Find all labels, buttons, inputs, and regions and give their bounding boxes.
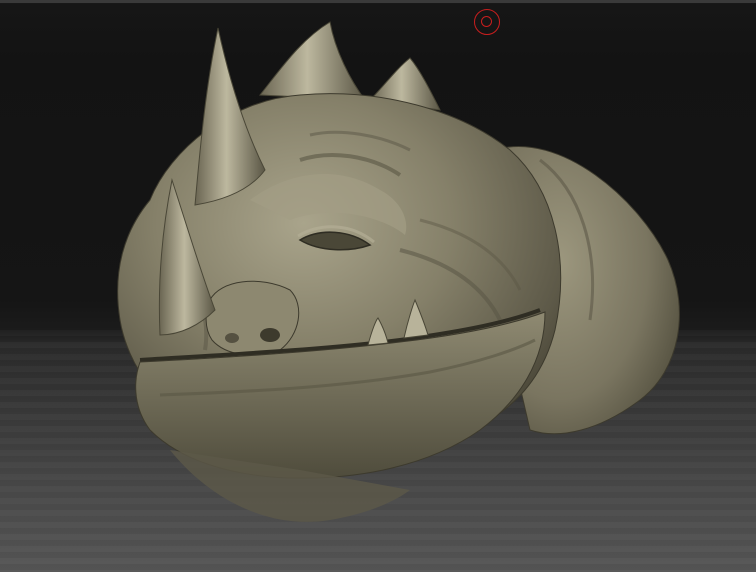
nose (205, 280, 300, 356)
nostril-2 (225, 333, 239, 343)
back-spike-1 (258, 21, 367, 101)
sculpt-viewport[interactable] (0, 0, 756, 572)
nostril (260, 328, 280, 342)
brush-cursor-inner (481, 16, 492, 27)
brush-cursor-icon (474, 9, 500, 35)
sculpt-mesh[interactable] (0, 0, 756, 572)
